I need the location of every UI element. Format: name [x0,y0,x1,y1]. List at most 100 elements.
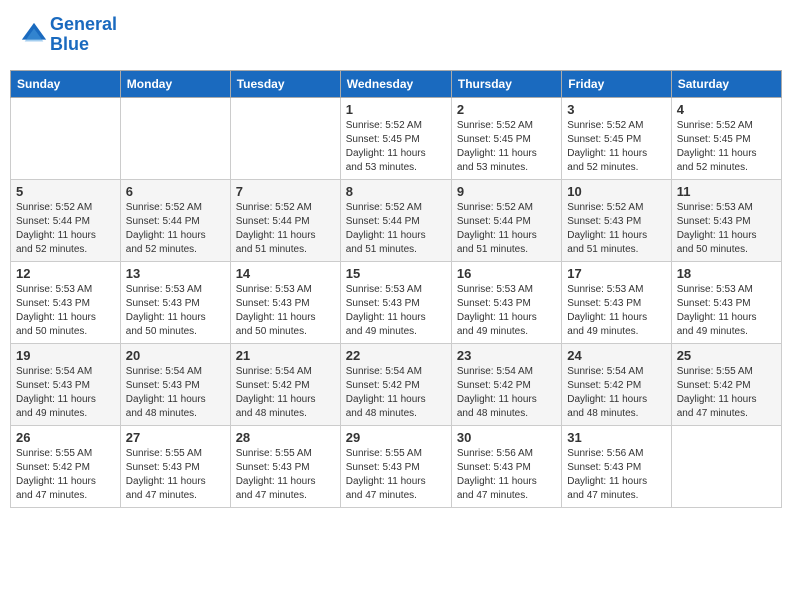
day-number: 4 [677,102,776,117]
calendar-cell [671,425,781,507]
calendar-cell: 26Sunrise: 5:55 AM Sunset: 5:42 PM Dayli… [11,425,121,507]
day-info: Sunrise: 5:52 AM Sunset: 5:45 PM Dayligh… [567,119,665,175]
day-number: 13 [126,266,225,281]
day-info: Sunrise: 5:55 AM Sunset: 5:43 PM Dayligh… [126,447,225,503]
calendar-cell: 16 Sunrise: 5:53 AM Sunset: 5:43 PM Dayli… [451,261,561,343]
day-info: Sunrise: 5:54 AM Sunset: 5:42 PM Dayligh… [236,365,335,421]
calendar-table: SundayMondayTuesdayWednesdayThursdayFrid… [10,70,782,508]
day-info: Sunrise: 5:54 AM Sunset: 5:43 PM Dayligh… [126,365,225,421]
calendar-cell: 8 Sunrise: 5:52 AM Sunset: 5:44 PM Daylig… [340,179,451,261]
column-header-sunday: Sunday [11,70,121,97]
calendar-cell: 19Sunrise: 5:54 AM Sunset: 5:43 PM Dayli… [11,343,121,425]
column-header-friday: Friday [562,70,671,97]
day-number: 6 [126,184,225,199]
day-info: Sunrise: 5:52 AM Sunset: 5:44 PM Dayligh… [16,201,115,257]
day-number: 1 [346,102,446,117]
calendar-cell: 12 Sunrise: 5:53 AM Sunset: 5:43 PM Dayli… [11,261,121,343]
column-header-tuesday: Tuesday [230,70,340,97]
calendar-cell: 5 Sunrise: 5:52 AM Sunset: 5:44 PM Daylig… [11,179,121,261]
day-info: Sunrise: 5:52 AM Sunset: 5:45 PM Dayligh… [346,119,446,175]
day-info: Sunrise: 5:55 AM Sunset: 5:42 PM Dayligh… [677,365,776,421]
calendar-week-row: 12 Sunrise: 5:53 AM Sunset: 5:43 PM Dayli… [11,261,782,343]
day-info: Sunrise: 5:52 AM Sunset: 5:45 PM Dayligh… [677,119,776,175]
logo-icon [20,21,48,49]
day-info: Sunrise: 5:52 AM Sunset: 5:44 PM Dayligh… [457,201,556,257]
day-info: Sunrise: 5:52 AM Sunset: 5:44 PM Dayligh… [346,201,446,257]
day-number: 29 [346,430,446,445]
day-info: Sunrise: 5:55 AM Sunset: 5:43 PM Dayligh… [346,447,446,503]
day-info: Sunrise: 5:53 AM Sunset: 5:43 PM Dayligh… [677,201,776,257]
day-info: Sunrise: 5:56 AM Sunset: 5:43 PM Dayligh… [567,447,665,503]
calendar-cell: 14 Sunrise: 5:53 AM Sunset: 5:43 PM Dayli… [230,261,340,343]
calendar-cell: 2Sunrise: 5:52 AM Sunset: 5:45 PM Daylig… [451,97,561,179]
calendar-cell: 31 Sunrise: 5:56 AM Sunset: 5:43 PM Dayli… [562,425,671,507]
day-info: Sunrise: 5:52 AM Sunset: 5:45 PM Dayligh… [457,119,556,175]
day-number: 16 [457,266,556,281]
calendar-cell: 4 Sunrise: 5:52 AM Sunset: 5:45 PM Daylig… [671,97,781,179]
day-number: 8 [346,184,446,199]
calendar-cell: 30 Sunrise: 5:56 AM Sunset: 5:43 PM Dayli… [451,425,561,507]
day-info: Sunrise: 5:54 AM Sunset: 5:42 PM Dayligh… [346,365,446,421]
calendar-cell: 28 Sunrise: 5:55 AM Sunset: 5:43 PM Dayli… [230,425,340,507]
calendar-cell: 17 Sunrise: 5:53 AM Sunset: 5:43 PM Dayli… [562,261,671,343]
day-info: Sunrise: 5:55 AM Sunset: 5:42 PM Dayligh… [16,447,115,503]
day-number: 20 [126,348,225,363]
calendar-cell: 27 Sunrise: 5:55 AM Sunset: 5:43 PM Dayli… [120,425,230,507]
day-info: Sunrise: 5:53 AM Sunset: 5:43 PM Dayligh… [457,283,556,339]
day-number: 25 [677,348,776,363]
calendar-cell: 9 Sunrise: 5:52 AM Sunset: 5:44 PM Daylig… [451,179,561,261]
calendar-cell: 3 Sunrise: 5:52 AM Sunset: 5:45 PM Daylig… [562,97,671,179]
day-number: 9 [457,184,556,199]
day-info: Sunrise: 5:53 AM Sunset: 5:43 PM Dayligh… [677,283,776,339]
day-number: 17 [567,266,665,281]
day-number: 7 [236,184,335,199]
column-header-thursday: Thursday [451,70,561,97]
calendar-cell: 13 Sunrise: 5:53 AM Sunset: 5:43 PM Dayli… [120,261,230,343]
day-info: Sunrise: 5:56 AM Sunset: 5:43 PM Dayligh… [457,447,556,503]
day-info: Sunrise: 5:52 AM Sunset: 5:43 PM Dayligh… [567,201,665,257]
calendar-week-row: 1 Sunrise: 5:52 AM Sunset: 5:45 PM Daylig… [11,97,782,179]
logo-text: General Blue [50,15,117,55]
logo: General Blue [20,15,117,55]
day-info: Sunrise: 5:53 AM Sunset: 5:43 PM Dayligh… [126,283,225,339]
day-number: 22 [346,348,446,363]
day-number: 5 [16,184,115,199]
column-header-wednesday: Wednesday [340,70,451,97]
calendar-cell: 7 Sunrise: 5:52 AM Sunset: 5:44 PM Daylig… [230,179,340,261]
calendar-week-row: 19Sunrise: 5:54 AM Sunset: 5:43 PM Dayli… [11,343,782,425]
column-header-saturday: Saturday [671,70,781,97]
day-info: Sunrise: 5:53 AM Sunset: 5:43 PM Dayligh… [236,283,335,339]
day-number: 23 [457,348,556,363]
calendar-cell: 6 Sunrise: 5:52 AM Sunset: 5:44 PM Daylig… [120,179,230,261]
day-info: Sunrise: 5:53 AM Sunset: 5:43 PM Dayligh… [346,283,446,339]
day-number: 12 [16,266,115,281]
day-number: 3 [567,102,665,117]
day-number: 31 [567,430,665,445]
day-info: Sunrise: 5:55 AM Sunset: 5:43 PM Dayligh… [236,447,335,503]
day-number: 21 [236,348,335,363]
calendar-cell: 22 Sunrise: 5:54 AM Sunset: 5:42 PM Dayli… [340,343,451,425]
calendar-cell: 11 Sunrise: 5:53 AM Sunset: 5:43 PM Dayli… [671,179,781,261]
calendar-cell [11,97,121,179]
column-header-monday: Monday [120,70,230,97]
calendar-cell: 1 Sunrise: 5:52 AM Sunset: 5:45 PM Daylig… [340,97,451,179]
page-header: General Blue [10,10,782,60]
day-info: Sunrise: 5:53 AM Sunset: 5:43 PM Dayligh… [16,283,115,339]
day-info: Sunrise: 5:52 AM Sunset: 5:44 PM Dayligh… [126,201,225,257]
calendar-cell: 21 Sunrise: 5:54 AM Sunset: 5:42 PM Dayli… [230,343,340,425]
day-number: 27 [126,430,225,445]
day-info: Sunrise: 5:52 AM Sunset: 5:44 PM Dayligh… [236,201,335,257]
day-number: 14 [236,266,335,281]
day-number: 28 [236,430,335,445]
calendar-week-row: 26Sunrise: 5:55 AM Sunset: 5:42 PM Dayli… [11,425,782,507]
calendar-cell [230,97,340,179]
calendar-header-row: SundayMondayTuesdayWednesdayThursdayFrid… [11,70,782,97]
day-info: Sunrise: 5:53 AM Sunset: 5:43 PM Dayligh… [567,283,665,339]
day-number: 18 [677,266,776,281]
day-info: Sunrise: 5:54 AM Sunset: 5:42 PM Dayligh… [457,365,556,421]
day-number: 30 [457,430,556,445]
calendar-cell: 20 Sunrise: 5:54 AM Sunset: 5:43 PM Dayli… [120,343,230,425]
day-info: Sunrise: 5:54 AM Sunset: 5:42 PM Dayligh… [567,365,665,421]
day-number: 24 [567,348,665,363]
day-number: 11 [677,184,776,199]
